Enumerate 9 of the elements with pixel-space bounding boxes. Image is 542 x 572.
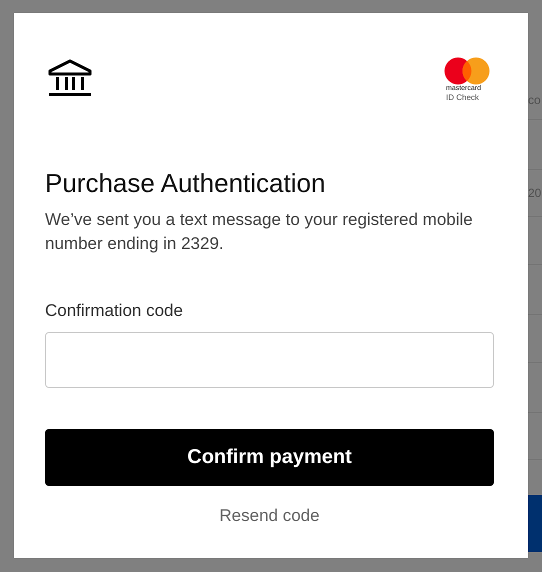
field-label: Confirmation code xyxy=(45,300,184,322)
bank-icon xyxy=(48,59,92,99)
resend-code-link[interactable]: Resend code xyxy=(219,506,320,526)
confirmation-code-field[interactable] xyxy=(45,332,494,388)
dialog-message: We’ve sent you a text message to your registered mobile number ending in 2329. xyxy=(45,209,474,255)
mastercard-circles-icon xyxy=(444,57,490,85)
dialog-title: Purchase Authentication xyxy=(45,167,326,199)
confirm-payment-button[interactable]: Confirm payment xyxy=(45,429,494,486)
brand-product: ID Check xyxy=(446,93,479,102)
